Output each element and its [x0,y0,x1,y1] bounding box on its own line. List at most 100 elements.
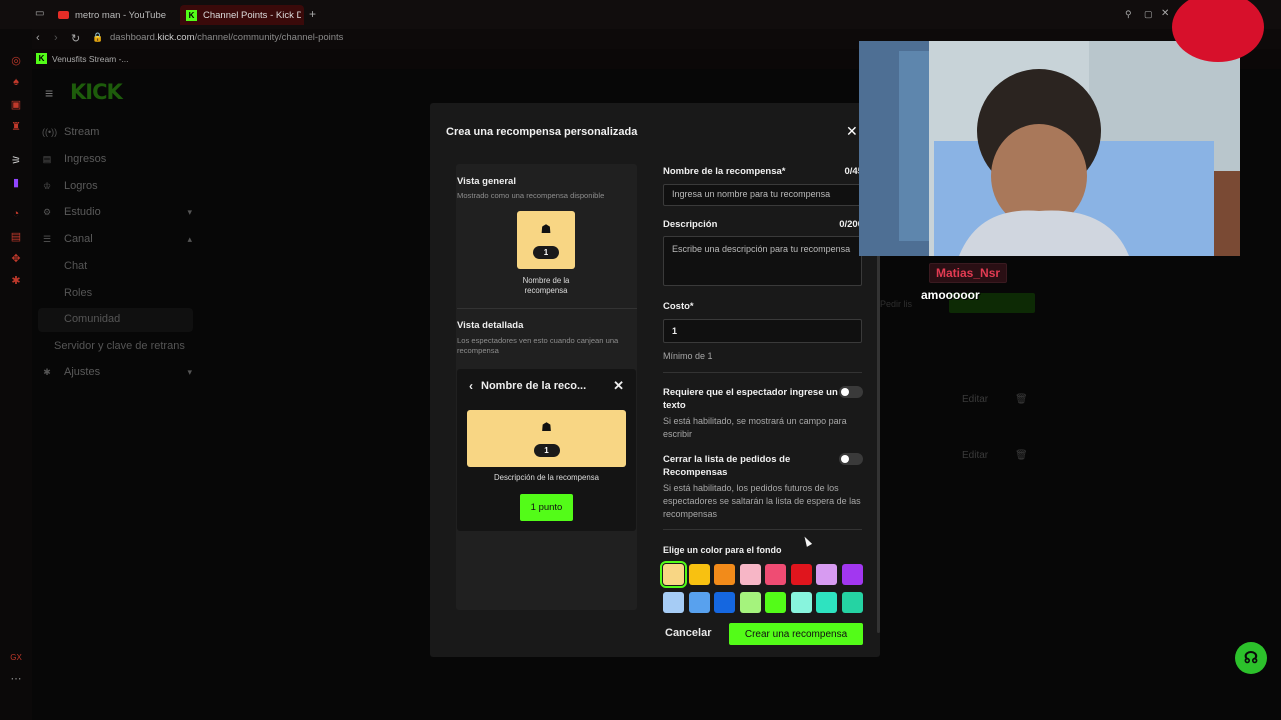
more-icon[interactable]: ⋯ [9,671,23,685]
require-text-toggle[interactable] [839,386,863,398]
sidebar-item-stream[interactable]: ((•)) Stream [42,121,192,143]
overview-title: Vista general [457,176,516,187]
bookmark-item[interactable]: K Venusfits Stream -... [36,53,129,64]
extensions-icon[interactable]: ✥ [9,251,23,265]
delete-icon[interactable]: 🗑 [1015,394,1028,405]
sidebar-sub-roles[interactable]: Roles [64,287,92,299]
kick-app-icon[interactable]: ⚞ [9,153,23,167]
chevron-up-icon: ▴ [187,233,192,244]
trophy-icon: ♔ [42,180,52,191]
color-swatch[interactable] [660,561,687,588]
kick-logo[interactable]: KICK [70,80,123,104]
color-swatch[interactable] [663,592,684,613]
url-field[interactable]: dashboard.kick.com/channel/community/cha… [110,32,343,43]
color-swatch[interactable] [714,592,735,613]
color-swatch[interactable] [816,592,837,613]
opera-sidebar: ◯ ◎ ♠ ▣ ♜ ⚞ ▮ ◔ ▤ ✥ ✱ GX ⋯ [0,0,32,720]
divider [663,529,862,530]
reward-box-icon: ☗ [541,420,552,434]
detail-preview: ‹ Nombre de la reco... ✕ ☗ 1 Descripción… [457,369,636,531]
history-icon[interactable]: ◔ [9,207,23,221]
wallet-icon[interactable]: ♜ [9,119,23,133]
color-swatch[interactable] [841,592,863,613]
close-icon: ✕ [613,378,624,393]
color-swatch[interactable] [739,564,761,585]
redeem-points-button: 1 punto [520,494,573,521]
studio-icon: ⚙ [42,206,52,217]
tab-youtube[interactable]: metro man - YouTube [52,5,178,25]
forward-icon[interactable]: › [54,32,58,44]
color-swatch[interactable] [816,564,837,585]
sidebar-item-estudio[interactable]: ⚙ Estudio ▾ [42,201,192,223]
color-swatch[interactable] [688,564,710,585]
bookmarks-icon[interactable]: ▤ [9,229,23,243]
cost-pill: 1 [533,444,560,457]
sidebar-sub-comunidad[interactable]: Comunidad [64,313,120,325]
cancel-button[interactable]: Cancelar [665,627,711,639]
color-swatch[interactable] [790,564,812,585]
preview-panel: Vista general Mostrado como una recompen… [456,164,637,610]
broadcast-icon: ((•)) [42,127,58,137]
color-swatch[interactable] [841,564,863,585]
modal-title: Crea una recompensa personalizada [446,126,638,138]
reward-card-preview: ☗ 1 [517,211,575,269]
twitch-icon[interactable]: ▮ [9,175,23,189]
color-swatch[interactable] [688,592,710,613]
settings-icon[interactable]: ✱ [9,273,23,287]
close-queue-toggle[interactable] [839,453,863,465]
tab-kick[interactable]: K Channel Points - Kick Da [180,5,304,25]
gx-icon[interactable]: GX [9,650,23,664]
gear-icon: ✱ [43,366,51,377]
color-swatch[interactable] [714,564,735,585]
cost-pill: 1 [533,246,559,259]
reward-form: Nombre de la recompensa* 0/45 Ingresa un… [660,164,863,644]
sidebar-item-logros[interactable]: ♔ Logros [42,175,192,197]
color-swatch[interactable] [765,592,786,613]
reward-name-input[interactable]: Ingresa un nombre para tu recompensa [663,184,862,206]
delete-icon[interactable]: 🗑 [1015,450,1028,461]
lock-icon: 🔒 [92,32,104,42]
close-window-icon[interactable]: ✕ [1161,8,1169,19]
tab-menu-icon[interactable]: ▭ [35,8,44,19]
support-chat-icon[interactable]: ☊ [1235,642,1267,674]
card-name: Nombre de la recompensa [522,276,570,295]
reload-icon[interactable]: ↻ [71,32,80,45]
menu-icon[interactable]: ≡ [45,85,53,101]
reward-modal: Crea una recompensa personalizada ✕ Vist… [430,103,880,657]
sidebar-item-server[interactable]: Servidor y clave de retrans [54,340,185,352]
create-reward-button[interactable]: Crear una recompensa [729,623,863,645]
money-icon: ▤ [42,153,52,164]
youtube-icon [58,11,69,19]
edit-button[interactable]: Editar [962,450,988,461]
cost-input[interactable]: 1 [663,319,862,343]
detail-header: ‹ Nombre de la reco... ✕ [469,378,624,393]
color-swatch[interactable] [790,592,812,613]
description-label: Descripción [663,219,718,230]
color-swatch[interactable] [765,564,786,585]
webcam-message: amooooor [921,288,980,302]
edit-button[interactable]: Editar [962,394,988,405]
tab-bar: ▭ metro man - YouTube K Channel Points -… [0,0,1281,29]
ai-icon[interactable]: ♠ [9,75,23,89]
minimize-icon[interactable]: ▢ [1144,9,1153,20]
channel-icon: ☰ [42,233,52,244]
sidebar-item-ingresos[interactable]: ▤ Ingresos [42,148,192,170]
aria-icon[interactable]: ◎ [9,53,23,67]
sidebar-item-ajustes[interactable]: ✱ Ajustes ▾ [42,361,192,383]
name-label: Nombre de la recompensa* [663,166,786,177]
color-swatch[interactable] [739,592,761,613]
kick-favicon-icon: K [186,9,197,21]
divider [663,372,862,373]
close-icon[interactable]: ✕ [846,123,858,140]
reward-description-input[interactable]: Escribe una descripción para tu recompen… [663,236,862,286]
new-tab-icon[interactable]: + [309,7,316,21]
sidebar-item-canal[interactable]: ☰ Canal ▴ [42,228,192,250]
color-label: Elige un color para el fondo [663,545,782,555]
back-icon[interactable]: ‹ [36,32,40,44]
pin-icon[interactable]: ⚲ [1125,9,1132,20]
chevron-down-icon: ▾ [187,366,192,377]
sidebar-sub-chat[interactable]: Chat [64,260,87,272]
back-arrow-icon: ‹ [469,379,473,393]
messenger-icon[interactable]: ▣ [9,97,23,111]
chevron-down-icon: ▾ [187,206,192,217]
